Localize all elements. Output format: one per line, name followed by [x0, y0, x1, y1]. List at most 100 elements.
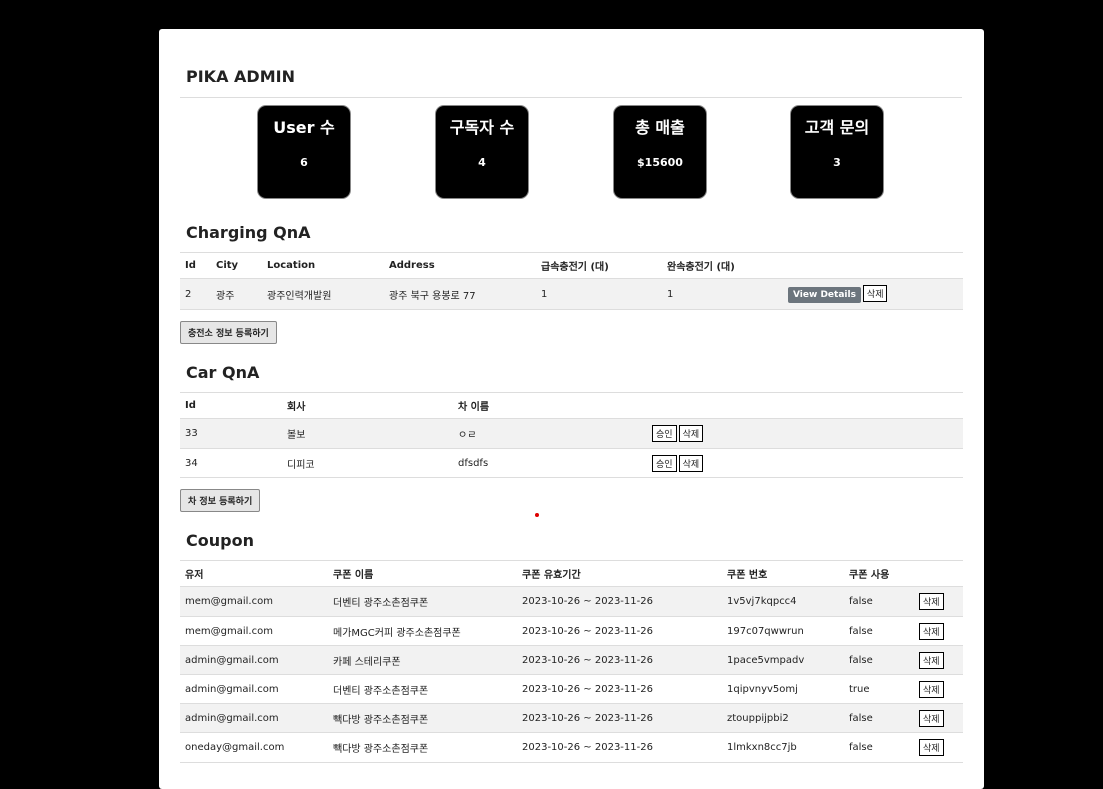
cell-coupon-name: 빽다방 광주소촌점쿠폰	[328, 732, 517, 763]
cell-fast-charger: 1	[536, 278, 662, 310]
cell-actions: 삭제	[912, 732, 963, 763]
register-car-button[interactable]: 차 정보 등록하기	[180, 489, 261, 512]
column-header: 급속충전기 (대)	[536, 252, 662, 279]
cell-car-name: ㅇㄹ	[453, 418, 645, 449]
delete-button[interactable]: 삭제	[919, 680, 944, 698]
column-header: 쿠폰 유효기간	[517, 560, 722, 587]
cell-period: 2023-10-26 ~ 2023-11-26	[517, 645, 722, 675]
table-header-row: Id City Location Address 급속충전기 (대) 완속충전기…	[180, 252, 963, 279]
coupon-section-title: Coupon	[186, 531, 254, 550]
column-header: 쿠폰 번호	[722, 560, 844, 587]
cell-car-name: dfsdfs	[453, 448, 645, 478]
cell-actions: 승인 삭제	[645, 418, 963, 449]
cell-used: false	[844, 645, 912, 675]
stat-value: 4	[478, 156, 486, 169]
cell-code: 1lmkxn8cc7jb	[722, 732, 844, 763]
cell-code: 1pace5vmpadv	[722, 645, 844, 675]
cell-used: false	[844, 732, 912, 763]
cell-period: 2023-10-26 ~ 2023-11-26	[517, 732, 722, 763]
column-header: 차 이름	[453, 392, 645, 419]
cell-code: 197c07qwwrun	[722, 616, 844, 646]
table-row: 2 광주 광주인력개발원 광주 북구 용봉로 77 1 1 View Detai…	[180, 278, 963, 310]
cell-code: 1qipvnyv5omj	[722, 674, 844, 704]
car-section-title: Car QnA	[186, 363, 260, 382]
register-charger-button[interactable]: 충전소 정보 등록하기	[180, 321, 277, 344]
delete-button[interactable]: 삭제	[919, 709, 944, 727]
charging-section-title: Charging QnA	[186, 223, 311, 242]
column-header: 회사	[282, 392, 453, 419]
approve-button[interactable]: 승인	[652, 454, 677, 472]
table-row: admin@gmail.com 더벤티 광주소촌점쿠폰 2023-10-26 ~…	[180, 674, 963, 704]
delete-button[interactable]: 삭제	[919, 739, 944, 756]
cell-actions: 삭제	[912, 645, 963, 675]
cell-used: false	[844, 586, 912, 617]
column-header: Address	[384, 252, 536, 279]
delete-button[interactable]: 삭제	[678, 425, 704, 442]
stat-label: 구독자 수	[449, 118, 515, 137]
coupon-table: 유저 쿠폰 이름 쿠폰 유효기간 쿠폰 번호 쿠폰 사용 mem@gmail.c…	[180, 560, 963, 763]
cell-location: 광주인력개발원	[262, 278, 384, 310]
table-row: 34 디피코 dfsdfs 승인 삭제	[180, 448, 963, 478]
cell-id: 33	[180, 418, 282, 449]
table-row: admin@gmail.com 빽다방 광주소촌점쿠폰 2023-10-26 ~…	[180, 703, 963, 733]
column-header: 완속충전기 (대)	[662, 252, 783, 279]
delete-button[interactable]: 삭제	[919, 593, 944, 610]
column-header	[645, 392, 963, 419]
stat-value: 6	[300, 156, 308, 169]
table-row: mem@gmail.com 더벤티 광주소촌점쿠폰 2023-10-26 ~ 2…	[180, 586, 963, 617]
cell-period: 2023-10-26 ~ 2023-11-26	[517, 586, 722, 617]
stat-label: User 수	[273, 118, 335, 137]
brand-title: PIKA ADMIN	[186, 67, 295, 86]
charging-table: Id City Location Address 급속충전기 (대) 완속충전기…	[180, 252, 963, 310]
delete-button[interactable]: 삭제	[919, 651, 944, 669]
delete-button[interactable]: 삭제	[678, 454, 704, 472]
cell-code: ztouppijpbi2	[722, 703, 844, 733]
column-header: 쿠폰 사용	[844, 560, 912, 587]
cell-period: 2023-10-26 ~ 2023-11-26	[517, 703, 722, 733]
cell-actions: 삭제	[912, 674, 963, 704]
table-header-row: 유저 쿠폰 이름 쿠폰 유효기간 쿠폰 번호 쿠폰 사용	[180, 560, 963, 587]
stat-card-inquiries: 고객 문의 3	[791, 106, 883, 198]
column-header	[783, 252, 963, 279]
cell-address: 광주 북구 용봉로 77	[384, 278, 536, 310]
cell-user: mem@gmail.com	[180, 616, 328, 646]
delete-button[interactable]: 삭제	[862, 285, 888, 302]
cell-period: 2023-10-26 ~ 2023-11-26	[517, 616, 722, 646]
cell-actions: View Details 삭제	[783, 278, 963, 310]
cell-used: true	[844, 674, 912, 704]
stat-card-subscribers: 구독자 수 4	[436, 106, 528, 198]
table-row: admin@gmail.com 카페 스테리쿠폰 2023-10-26 ~ 20…	[180, 645, 963, 675]
table-row: oneday@gmail.com 빽다방 광주소촌점쿠폰 2023-10-26 …	[180, 732, 963, 763]
cell-city: 광주	[211, 278, 262, 310]
cell-coupon-name: 빽다방 광주소촌점쿠폰	[328, 703, 517, 733]
column-header	[912, 560, 963, 587]
stat-card-users: User 수 6	[258, 106, 350, 198]
column-header: 쿠폰 이름	[328, 560, 517, 587]
cursor-dot	[535, 513, 539, 517]
cell-coupon-name: 더벤티 광주소촌점쿠폰	[328, 674, 517, 704]
car-table: Id 회사 차 이름 33 볼보 ㅇㄹ 승인 삭제 34 디피코 dfsdfs 승…	[180, 392, 963, 478]
stat-label: 총 매출	[635, 118, 685, 137]
stat-card-revenue: 총 매출 $15600	[614, 106, 706, 198]
cell-actions: 삭제	[912, 703, 963, 733]
table-row: 33 볼보 ㅇㄹ 승인 삭제	[180, 418, 963, 449]
cell-code: 1v5vj7kqpcc4	[722, 586, 844, 617]
cell-used: false	[844, 616, 912, 646]
stat-value: $15600	[637, 156, 683, 169]
view-details-button[interactable]: View Details	[788, 287, 861, 303]
column-header: City	[211, 252, 262, 279]
stat-label: 고객 문의	[804, 118, 870, 137]
cell-coupon-name: 메가MGC커피 광주소촌점쿠폰	[328, 616, 517, 646]
header-divider	[180, 97, 962, 98]
cell-coupon-name: 카페 스테리쿠폰	[328, 645, 517, 675]
cell-used: false	[844, 703, 912, 733]
cell-period: 2023-10-26 ~ 2023-11-26	[517, 674, 722, 704]
cell-company: 디피코	[282, 448, 453, 478]
approve-button[interactable]: 승인	[652, 425, 677, 442]
delete-button[interactable]: 삭제	[919, 622, 944, 640]
cell-coupon-name: 더벤티 광주소촌점쿠폰	[328, 586, 517, 617]
cell-user: admin@gmail.com	[180, 703, 328, 733]
cell-actions: 삭제	[912, 586, 963, 617]
admin-panel: PIKA ADMIN User 수 6 구독자 수 4 총 매출 $15600 …	[159, 29, 984, 789]
cell-user: admin@gmail.com	[180, 674, 328, 704]
